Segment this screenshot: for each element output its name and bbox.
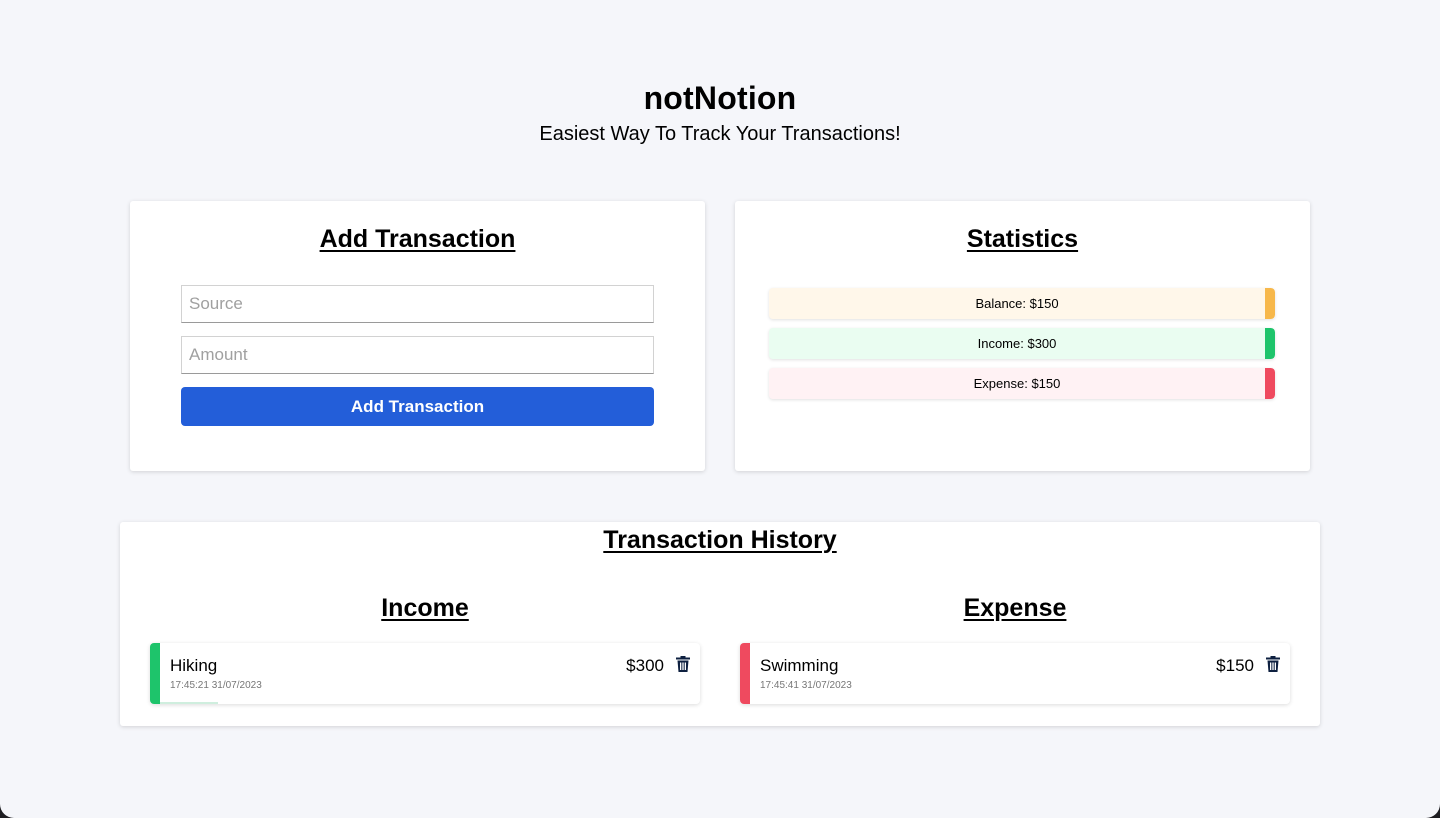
balance-stat: Balance: $150 [769,288,1275,319]
balance-label: Balance: $150 [975,296,1059,311]
balance-color-bar [1265,288,1275,319]
transaction-amount: $150 [1216,656,1254,675]
statistics-title: Statistics [966,225,1079,253]
transaction-source: Hiking [170,656,218,675]
app-subtitle: Easiest Way To Track Your Transactions! [539,123,901,145]
source-input[interactable] [181,285,654,323]
transaction-time: 17:45:41 31/07/2023 [760,680,852,691]
add-transaction-title: Add Transaction [319,225,516,253]
page-header: notNotion Easiest Way To Track Your Tran… [0,78,1440,148]
income-transaction-item: Hiking 17:45:21 31/07/2023 $300 [150,643,700,704]
transaction-history-card: Transaction History Income Expense Hikin… [120,522,1320,726]
app-title: notNotion [643,80,797,116]
transaction-time: 17:45:21 31/07/2023 [170,680,262,691]
income-label: Income: $300 [977,336,1057,351]
statistics-card: Statistics Balance: $150 Income: $300 Ex… [735,201,1310,471]
expense-stat: Expense: $150 [769,368,1275,399]
expense-label: Expense: $150 [973,376,1061,391]
transaction-amount: $300 [626,656,664,675]
income-stat: Income: $300 [769,328,1275,359]
add-transaction-button[interactable]: Add Transaction [181,387,654,426]
progress-mark [160,702,218,704]
income-strip [150,643,160,704]
add-transaction-card: Add Transaction Add Transaction [130,201,705,471]
expense-strip [740,643,750,704]
expense-column-title: Expense [963,594,1067,622]
amount-input[interactable] [181,336,654,374]
expense-transaction-item: Swimming 17:45:41 31/07/2023 $150 [740,643,1290,704]
trash-icon[interactable] [676,656,690,672]
transaction-source: Swimming [760,656,839,675]
expense-color-bar [1265,368,1275,399]
income-color-bar [1265,328,1275,359]
trash-icon[interactable] [1266,656,1280,672]
transaction-history-title: Transaction History [603,526,837,554]
income-column-title: Income [381,594,469,622]
app-window: notNotion Easiest Way To Track Your Tran… [0,0,1440,818]
